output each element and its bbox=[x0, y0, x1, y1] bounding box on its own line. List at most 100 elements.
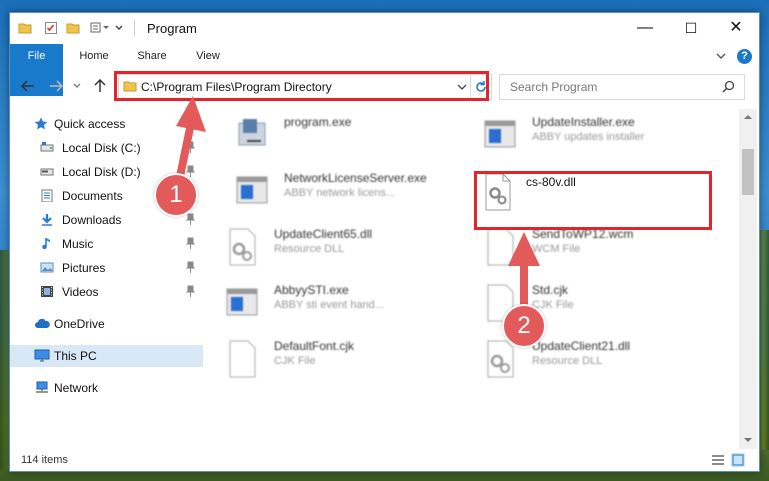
pictures-icon bbox=[40, 262, 54, 273]
pin-icon[interactable] bbox=[186, 237, 195, 249]
search-box[interactable]: Search Program bbox=[499, 74, 745, 100]
file-name: UpdateInstaller.exe bbox=[532, 115, 635, 129]
file-name: program.exe bbox=[284, 115, 352, 129]
nav-item-label: Local Disk (D:) bbox=[62, 165, 141, 179]
tab-home[interactable]: Home bbox=[70, 44, 118, 68]
file-description: ABBY sti event hand... bbox=[274, 299, 384, 311]
file-item-std-cjk[interactable]: Std.cjk CJK File bbox=[453, 277, 693, 329]
details-view-icon[interactable] bbox=[711, 454, 725, 466]
nav-item-label: Videos bbox=[62, 285, 99, 299]
recent-chevron-icon[interactable] bbox=[72, 79, 82, 93]
file-item-updateclient21-dll[interactable]: UpdateClient21.dll Resource DLL bbox=[453, 333, 693, 385]
application-window-icon bbox=[484, 120, 516, 148]
monitor-icon bbox=[34, 349, 50, 362]
nav-item-pictures[interactable]: Pictures bbox=[10, 257, 203, 279]
forward-arrow-icon[interactable] bbox=[48, 79, 64, 93]
maximize-button[interactable]: ☐ bbox=[668, 13, 714, 43]
scroll-up-icon[interactable] bbox=[743, 113, 753, 121]
chevron-down-icon[interactable] bbox=[114, 21, 124, 35]
step-2-badge: 2 bbox=[502, 304, 546, 348]
nav-item-label: OneDrive bbox=[54, 317, 105, 331]
file-name: Std.cjk bbox=[532, 283, 569, 297]
file-description: ABBY network licens... bbox=[284, 187, 396, 199]
file-list: program.exe UpdateInstaller.exe ABBY upd… bbox=[205, 109, 740, 449]
nav-item-label: Pictures bbox=[62, 261, 106, 275]
item-count: 114 items bbox=[21, 454, 68, 466]
up-arrow-icon[interactable] bbox=[92, 79, 108, 93]
file-highlight-box bbox=[474, 171, 712, 230]
window-title: Program bbox=[147, 21, 197, 36]
vertical-scrollbar[interactable] bbox=[739, 109, 757, 449]
ribbon-tabs: File Home Share View ? bbox=[10, 44, 759, 96]
large-icons-view-icon[interactable] bbox=[731, 453, 745, 467]
nav-item-label: Local Disk (C:) bbox=[62, 141, 141, 155]
dll-settings-icon bbox=[229, 228, 256, 266]
film-icon bbox=[41, 286, 53, 297]
file-name: DefaultFont.cjk bbox=[274, 339, 355, 353]
nav-item-local-disk-c[interactable]: Local Disk (C:) bbox=[10, 137, 203, 159]
minimize-button[interactable]: — bbox=[622, 13, 668, 43]
file-description: Resource DLL bbox=[274, 243, 345, 255]
star-icon bbox=[34, 117, 48, 130]
file-item-defaultfont-cjk[interactable]: DefaultFont.cjk CJK File bbox=[205, 333, 445, 385]
step-1-badge: 1 bbox=[154, 173, 198, 217]
nav-item-network[interactable]: Network bbox=[10, 377, 203, 399]
new-folder-icon[interactable] bbox=[66, 21, 80, 35]
close-button[interactable]: ✕ bbox=[713, 13, 759, 43]
file-name: AbbyySTI.exe bbox=[274, 283, 349, 297]
customize-toolbar-icon[interactable] bbox=[90, 21, 110, 35]
file-description: Resource DLL bbox=[532, 355, 603, 367]
documents-icon bbox=[41, 189, 53, 202]
help-icon[interactable]: ? bbox=[737, 49, 752, 64]
download-arrow-icon bbox=[42, 214, 52, 226]
back-arrow-icon[interactable] bbox=[20, 79, 36, 93]
navigation-bar: C:\Program Files\Program Directory Searc… bbox=[10, 71, 759, 103]
file-explorer-window: Program — ☐ ✕ File Home Share View ? C:\… bbox=[9, 12, 760, 472]
pin-icon[interactable] bbox=[186, 261, 195, 273]
address-highlight-box bbox=[114, 71, 489, 101]
cloud-icon bbox=[35, 318, 50, 328]
file-item-networklicenseserver-exe[interactable]: NetworkLicenseServer.exe ABBY network li… bbox=[205, 165, 445, 217]
nav-item-onedrive[interactable]: OneDrive bbox=[10, 313, 203, 335]
status-bar: 114 items bbox=[10, 449, 759, 471]
file-description: ABBY updates installer bbox=[532, 131, 645, 143]
nav-item-label: Quick access bbox=[54, 117, 126, 131]
nav-item-label: Network bbox=[54, 381, 99, 395]
file-item-abbyysti-exe[interactable]: AbbyySTI.exe ABBY sti event hand... bbox=[205, 277, 445, 329]
network-icon bbox=[36, 381, 48, 393]
search-placeholder[interactable]: Search Program bbox=[510, 80, 597, 94]
file-name: UpdateClient65.dll bbox=[274, 227, 373, 241]
file-item-updateinstaller-exe[interactable]: UpdateInstaller.exe ABBY updates install… bbox=[453, 109, 693, 161]
tab-view[interactable]: View bbox=[184, 44, 232, 68]
expand-ribbon-chevron-icon[interactable] bbox=[715, 51, 727, 61]
pin-icon[interactable] bbox=[186, 285, 195, 297]
file-name: UpdateClient21.dll bbox=[532, 339, 631, 353]
nav-item-label: Music bbox=[62, 237, 94, 251]
nav-item-label: Documents bbox=[62, 189, 123, 203]
properties-check-icon[interactable] bbox=[44, 21, 58, 35]
drive-icon bbox=[40, 168, 54, 176]
title-divider bbox=[134, 20, 135, 36]
scroll-down-icon[interactable] bbox=[743, 436, 753, 444]
nav-item-music[interactable]: Music bbox=[10, 233, 203, 255]
nav-item-this-pc[interactable]: This PC bbox=[10, 345, 203, 367]
folder-icon bbox=[18, 23, 32, 34]
music-note-icon bbox=[42, 238, 50, 250]
drive-icon bbox=[40, 142, 54, 152]
application-window-icon bbox=[226, 288, 258, 316]
file-item-program-exe[interactable]: program.exe bbox=[205, 109, 445, 161]
scrollbar-thumb[interactable] bbox=[742, 149, 754, 195]
nav-item-quick-access[interactable]: Quick access bbox=[10, 113, 203, 135]
executable-icon bbox=[238, 119, 266, 146]
nav-item-videos[interactable]: Videos bbox=[10, 281, 203, 303]
nav-item-label: Downloads bbox=[62, 213, 122, 227]
pin-icon[interactable] bbox=[186, 141, 195, 153]
pin-icon[interactable] bbox=[186, 213, 195, 225]
blank-file-icon bbox=[229, 340, 256, 378]
file-description: CJK File bbox=[274, 355, 316, 367]
nav-item-label: This PC bbox=[54, 349, 97, 363]
file-item-updateclient65-dll[interactable]: UpdateClient65.dll Resource DLL bbox=[205, 221, 445, 273]
search-icon[interactable] bbox=[722, 80, 735, 93]
tab-share[interactable]: Share bbox=[128, 44, 176, 68]
navigation-pane: Quick access Local Disk (C:) Local Disk … bbox=[10, 109, 203, 449]
